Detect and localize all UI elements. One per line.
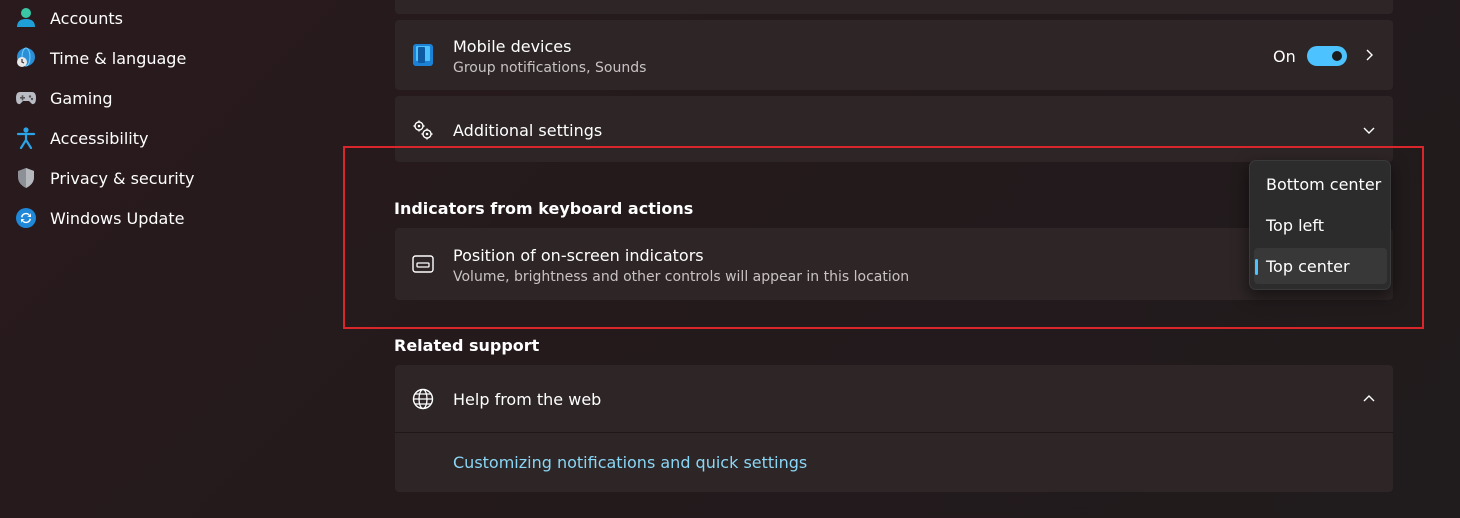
globe-clock-icon [14, 46, 38, 70]
sidebar-item-accessibility[interactable]: Accessibility [14, 120, 148, 156]
sidebar-item-gaming[interactable]: Gaming [14, 80, 113, 116]
mobile-devices-card[interactable]: Mobile devices Group notifications, Soun… [395, 20, 1393, 90]
selected-indicator [1255, 259, 1258, 275]
position-dropdown-menu: Bottom center Top left Top center [1249, 160, 1391, 290]
previous-card [395, 0, 1393, 14]
sidebar-item-accounts[interactable]: Accounts [14, 0, 123, 36]
sidebar-item-label: Accessibility [50, 128, 149, 148]
mobile-devices-title: Mobile devices [453, 37, 572, 56]
additional-settings-card[interactable]: Additional settings [395, 96, 1393, 162]
sidebar-item-privacy-security[interactable]: Privacy & security [14, 160, 194, 196]
phone-icon [411, 43, 435, 67]
chevron-up-icon[interactable] [1361, 391, 1377, 407]
toggle-state-label: On [1273, 47, 1296, 66]
position-indicators-subtitle: Volume, brightness and other controls wi… [453, 269, 910, 285]
sidebar-item-time-language[interactable]: Time & language [14, 40, 186, 76]
chevron-down-icon[interactable] [1361, 122, 1377, 138]
help-from-web-card: Help from the web Customizing notificati… [395, 365, 1393, 492]
indicators-section-header: Indicators from keyboard actions [394, 199, 694, 218]
position-indicators-title: Position of on-screen indicators [453, 246, 704, 265]
sidebar-item-label: Time & language [50, 48, 187, 68]
dropdown-option-label: Top center [1266, 256, 1350, 276]
gamepad-icon [14, 86, 38, 110]
shield-icon [14, 166, 38, 190]
mobile-devices-subtitle: Group notifications, Sounds [453, 60, 647, 76]
sidebar-item-label: Accounts [50, 8, 123, 28]
help-links-area: Customizing notifications and quick sett… [395, 433, 1393, 492]
globe-icon [411, 387, 435, 411]
sync-icon [14, 206, 38, 230]
sidebar-item-label: Gaming [50, 88, 113, 108]
additional-settings-title: Additional settings [453, 121, 603, 140]
sidebar: Accounts Time & language Gaming Accessib… [0, 0, 360, 518]
toggle-knob [1332, 51, 1342, 61]
dropdown-option-bottom-center[interactable]: Bottom center [1254, 166, 1387, 202]
help-from-web-title: Help from the web [453, 390, 602, 409]
dropdown-option-top-left[interactable]: Top left [1254, 207, 1387, 243]
sidebar-item-label: Windows Update [50, 208, 185, 228]
mobile-devices-toggle[interactable] [1307, 46, 1347, 66]
gears-icon [411, 118, 435, 142]
person-icon [14, 6, 38, 30]
screen-indicator-icon [411, 252, 435, 276]
accessibility-icon [14, 126, 38, 150]
help-from-web-header[interactable]: Help from the web [395, 365, 1393, 432]
dropdown-option-top-center[interactable]: Top center [1254, 248, 1387, 284]
help-link-notifications[interactable]: Customizing notifications and quick sett… [453, 453, 807, 472]
sidebar-item-label: Privacy & security [50, 168, 195, 188]
sidebar-item-windows-update[interactable]: Windows Update [14, 200, 184, 236]
chevron-right-icon [1361, 47, 1377, 63]
related-support-header: Related support [394, 336, 540, 355]
position-indicators-card[interactable]: Position of on-screen indicators Volume,… [395, 228, 1393, 300]
